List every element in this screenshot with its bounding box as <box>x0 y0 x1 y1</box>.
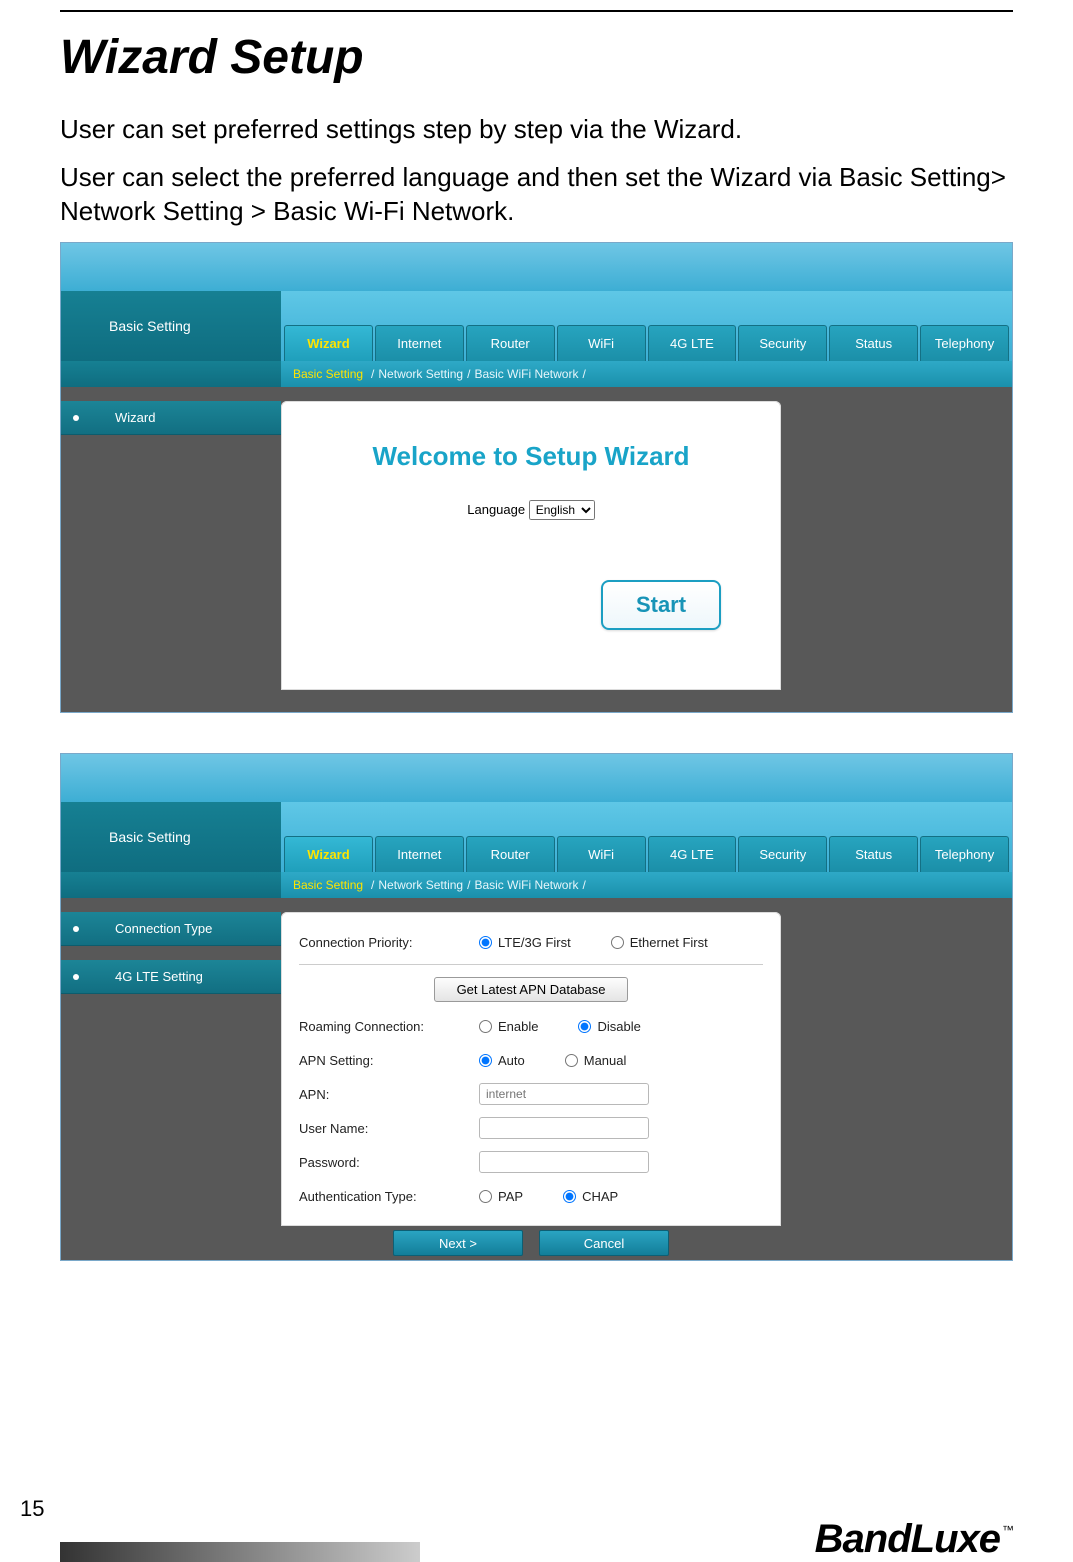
intro-text-2: User can select the preferred language a… <box>60 161 1013 229</box>
tab-wifi[interactable]: WiFi <box>557 836 646 872</box>
start-button[interactable]: Start <box>601 580 721 630</box>
tab-status[interactable]: Status <box>829 836 918 872</box>
language-label: Language <box>467 502 525 517</box>
sidebar-item-label: 4G LTE Setting <box>115 969 203 984</box>
label-username: User Name: <box>299 1121 479 1136</box>
radio-roaming-enable[interactable]: Enable <box>479 1019 538 1034</box>
tab-wifi[interactable]: WiFi <box>557 325 646 361</box>
breadcrumb-network-setting[interactable]: Network Setting <box>378 367 463 381</box>
breadcrumb: Basic Setting / Network Setting / Basic … <box>281 872 1012 898</box>
tab-internet[interactable]: Internet <box>375 325 464 361</box>
tab-wizard[interactable]: Wizard <box>284 836 373 872</box>
label-auth-type: Authentication Type: <box>299 1189 479 1204</box>
bullet-icon <box>73 415 79 421</box>
apn-input[interactable] <box>479 1083 649 1105</box>
tab-telephony[interactable]: Telephony <box>920 836 1009 872</box>
tab-status[interactable]: Status <box>829 325 918 361</box>
tab-telephony[interactable]: Telephony <box>920 325 1009 361</box>
sidebar-item-wizard[interactable]: Wizard <box>61 401 281 435</box>
next-button[interactable]: Next > <box>393 1230 523 1256</box>
bullet-icon <box>73 974 79 980</box>
footer-brand-bar: BandLuxe™ <box>0 1520 1073 1562</box>
breadcrumb: Basic Setting / Network Setting / Basic … <box>281 361 1012 387</box>
sidebar-item-4g-lte-setting[interactable]: 4G LTE Setting <box>61 960 281 994</box>
tab-wizard[interactable]: Wizard <box>284 325 373 361</box>
trademark-icon: ™ <box>1002 1523 1013 1537</box>
breadcrumb-network-setting[interactable]: Network Setting <box>378 878 463 892</box>
screenshot-wizard-welcome: Basic Setting Wizard Internet Router WiF… <box>60 242 1013 713</box>
language-select[interactable]: English <box>529 500 595 520</box>
cancel-button[interactable]: Cancel <box>539 1230 669 1256</box>
radio-chap[interactable]: CHAP <box>563 1189 618 1204</box>
brand-logo: BandLuxe™ <box>815 1517 1013 1562</box>
tab-router[interactable]: Router <box>466 325 555 361</box>
radio-apn-auto[interactable]: Auto <box>479 1053 525 1068</box>
tab-internet[interactable]: Internet <box>375 836 464 872</box>
sidebar-item-label: Wizard <box>115 410 155 425</box>
bullet-icon <box>73 926 79 932</box>
breadcrumb-basic-wifi[interactable]: Basic WiFi Network <box>474 878 578 892</box>
sidebar-item-connection-type[interactable]: Connection Type <box>61 912 281 946</box>
password-input[interactable] <box>479 1151 649 1173</box>
breadcrumb-basic-wifi[interactable]: Basic WiFi Network <box>474 367 578 381</box>
get-apn-database-button[interactable]: Get Latest APN Database <box>434 977 629 1002</box>
radio-apn-manual[interactable]: Manual <box>565 1053 627 1068</box>
radio-ethernet-first[interactable]: Ethernet First <box>611 935 708 950</box>
radio-roaming-disable[interactable]: Disable <box>578 1019 640 1034</box>
label-password: Password: <box>299 1155 479 1170</box>
label-connection-priority: Connection Priority: <box>299 935 479 950</box>
label-roaming-connection: Roaming Connection: <box>299 1019 479 1034</box>
page-number: 15 <box>20 1496 44 1522</box>
sidebar-item-label: Connection Type <box>115 921 212 936</box>
label-apn: APN: <box>299 1087 479 1102</box>
radio-lte-first[interactable]: LTE/3G First <box>479 935 571 950</box>
page-title: Wizard Setup <box>60 30 1013 85</box>
tab-security[interactable]: Security <box>738 836 827 872</box>
sidebar-header-basic-setting[interactable]: Basic Setting <box>61 291 281 361</box>
sidebar-header-basic-setting[interactable]: Basic Setting <box>61 802 281 872</box>
tab-security[interactable]: Security <box>738 325 827 361</box>
tab-4glte[interactable]: 4G LTE <box>648 325 737 361</box>
wizard-welcome-title: Welcome to Setup Wizard <box>301 441 761 472</box>
intro-text-1: User can set preferred settings step by … <box>60 113 1013 147</box>
tab-router[interactable]: Router <box>466 836 555 872</box>
radio-pap[interactable]: PAP <box>479 1189 523 1204</box>
screenshot-wizard-connection: Basic Setting Wizard Internet Router WiF… <box>60 753 1013 1261</box>
breadcrumb-basic-setting[interactable]: Basic Setting <box>293 878 363 892</box>
username-input[interactable] <box>479 1117 649 1139</box>
label-apn-setting: APN Setting: <box>299 1053 479 1068</box>
tab-4glte[interactable]: 4G LTE <box>648 836 737 872</box>
breadcrumb-basic-setting[interactable]: Basic Setting <box>293 367 363 381</box>
